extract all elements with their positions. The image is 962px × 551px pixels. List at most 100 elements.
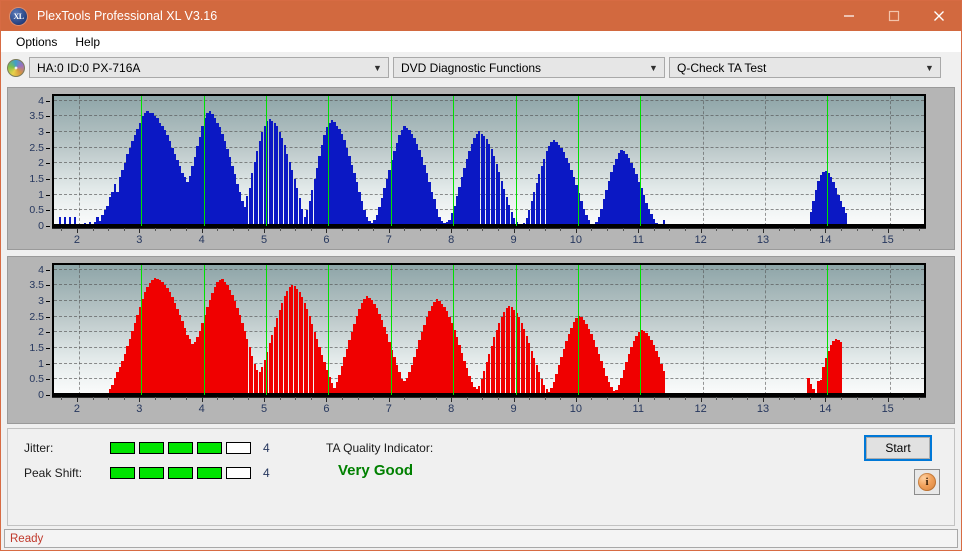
status-bar-text: Ready	[10, 532, 44, 545]
menu-item-help[interactable]: Help	[66, 33, 109, 51]
x-axis-tick-major	[139, 397, 141, 402]
x-axis-tick-label: 7	[385, 234, 392, 246]
peak-shift-chart-panel: 0 0.5 1 1.5 2 2.5 3 3.5 4 2 3 4 5 6 7 8 9 10 11 12 13 14 15	[7, 256, 955, 424]
sector-marker	[640, 265, 642, 395]
y-axis-tick	[46, 194, 50, 196]
charts-area: 0 0.5 1 1.5 2 2.5 3 3.5 4 2 3 4 5 6 7 8 9 10 11 12 13 14 15 0…	[1, 83, 961, 424]
y-axis-tick-label: 3.5	[29, 110, 44, 123]
sector-marker	[640, 96, 642, 226]
x-axis-tick-minor	[217, 397, 219, 400]
x-axis-tick-major	[762, 228, 764, 233]
y-axis-tick-label: 1	[38, 188, 44, 201]
x-axis-tick-minor	[357, 228, 359, 231]
x-axis-tick-minor	[154, 397, 156, 400]
x-axis-tick-label: 2	[73, 234, 80, 246]
x-axis-tick-major	[638, 228, 640, 233]
jitter-label: Jitter:	[24, 441, 54, 455]
x-axis-tick-major	[513, 397, 515, 402]
meter-segment	[110, 442, 135, 454]
sector-marker	[141, 265, 143, 395]
function-select[interactable]: DVD Diagnostic Functions ▼	[393, 57, 665, 78]
x-axis-tick-major	[575, 228, 577, 233]
y-axis-tick-label: 4	[38, 263, 44, 276]
menu-item-options[interactable]: Options	[7, 33, 66, 51]
x-axis-tick-minor	[685, 228, 686, 231]
x-axis-tick-minor	[669, 397, 671, 400]
menu-bar: Options Help	[1, 31, 961, 52]
y-axis-tick	[46, 210, 50, 212]
x-axis-tick-label: 11	[632, 403, 644, 415]
y-axis-tick-label: 0	[38, 389, 44, 401]
x-axis-tick-minor	[232, 397, 234, 400]
x-axis-tick-major	[139, 228, 141, 233]
x-axis-tick-label: 14	[819, 403, 832, 415]
x-axis-tick-label: 11	[632, 234, 644, 246]
x-axis-tick-label: 12	[694, 234, 707, 246]
minimize-icon[interactable]	[826, 1, 871, 31]
x-axis-tick-minor	[295, 228, 297, 231]
x-axis-tick-major	[326, 228, 328, 233]
chevron-down-icon: ▼	[373, 62, 382, 73]
y-axis-tick	[46, 316, 50, 318]
start-button[interactable]: Start	[864, 435, 932, 461]
jitter-x-axis: 2 3 4 5 6 7 8 9 10 11 12 13 14 15	[52, 228, 926, 250]
close-icon[interactable]	[916, 1, 961, 31]
jitter-value: 4	[263, 441, 270, 455]
chart-bar	[839, 342, 843, 395]
x-axis-tick-minor	[61, 397, 63, 400]
x-axis-tick-major	[513, 228, 515, 233]
meter-segment	[226, 467, 251, 479]
x-axis-tick-label: 5	[260, 234, 268, 246]
x-axis-tick-minor	[669, 228, 671, 231]
y-axis-tick-label: 3	[38, 295, 44, 308]
y-axis-tick	[46, 332, 50, 334]
sector-marker	[266, 96, 268, 226]
info-button[interactable]: i	[914, 469, 940, 495]
x-axis-tick-major	[76, 228, 78, 233]
sector-marker	[203, 265, 205, 395]
x-axis-tick-minor	[232, 228, 234, 231]
y-axis-tick	[46, 100, 50, 102]
sector-marker	[577, 96, 579, 226]
x-axis-tick-major	[825, 228, 827, 233]
x-axis-tick-label: 3	[136, 403, 143, 415]
x-axis-tick-minor	[123, 397, 125, 400]
drive-select[interactable]: HA:0 ID:0 PX-716A ▼	[29, 57, 389, 78]
x-axis-tick-major	[264, 228, 266, 233]
x-axis-tick-label: 15	[881, 234, 894, 246]
x-axis-tick-minor	[716, 228, 718, 231]
sector-marker	[328, 265, 330, 395]
x-axis-tick-label: 10	[569, 234, 582, 246]
jitter-baseline	[54, 224, 924, 226]
x-axis-tick-minor	[435, 397, 437, 400]
sector-marker	[141, 96, 143, 226]
x-axis-tick-minor	[123, 228, 125, 231]
test-select[interactable]: Q-Check TA Test ▼	[669, 57, 941, 78]
y-axis-tick	[46, 363, 50, 365]
x-axis-tick-label: 10	[569, 403, 582, 415]
x-axis-tick-minor	[342, 228, 343, 231]
jitter-plot-area	[52, 94, 926, 228]
y-axis-tick	[46, 163, 50, 165]
info-icon: i	[918, 473, 936, 491]
x-axis-tick-label: 7	[385, 403, 392, 415]
x-axis-tick-major	[451, 228, 453, 233]
sector-marker	[827, 265, 829, 395]
x-axis-tick-minor	[560, 397, 562, 400]
y-axis-tick	[46, 285, 50, 287]
x-axis-tick-major	[700, 397, 702, 402]
x-axis-tick-minor	[279, 397, 281, 400]
y-axis-tick-label: 1.5	[29, 173, 44, 185]
maximize-icon[interactable]	[871, 1, 916, 31]
y-axis-tick-label: 2.5	[29, 141, 44, 154]
x-axis-tick-minor	[170, 397, 172, 400]
x-axis-tick-minor	[872, 228, 874, 231]
drive-select-value: HA:0 ID:0 PX-716A	[37, 60, 141, 75]
chevron-down-icon: ▼	[649, 62, 658, 73]
y-axis-tick-label: 2.5	[29, 310, 44, 323]
x-axis-tick-minor	[373, 397, 375, 400]
x-axis-tick-minor	[497, 397, 499, 400]
peak-shift-meter	[110, 467, 251, 479]
x-axis-tick-minor	[747, 228, 749, 231]
peak-shift-value: 4	[263, 466, 270, 480]
